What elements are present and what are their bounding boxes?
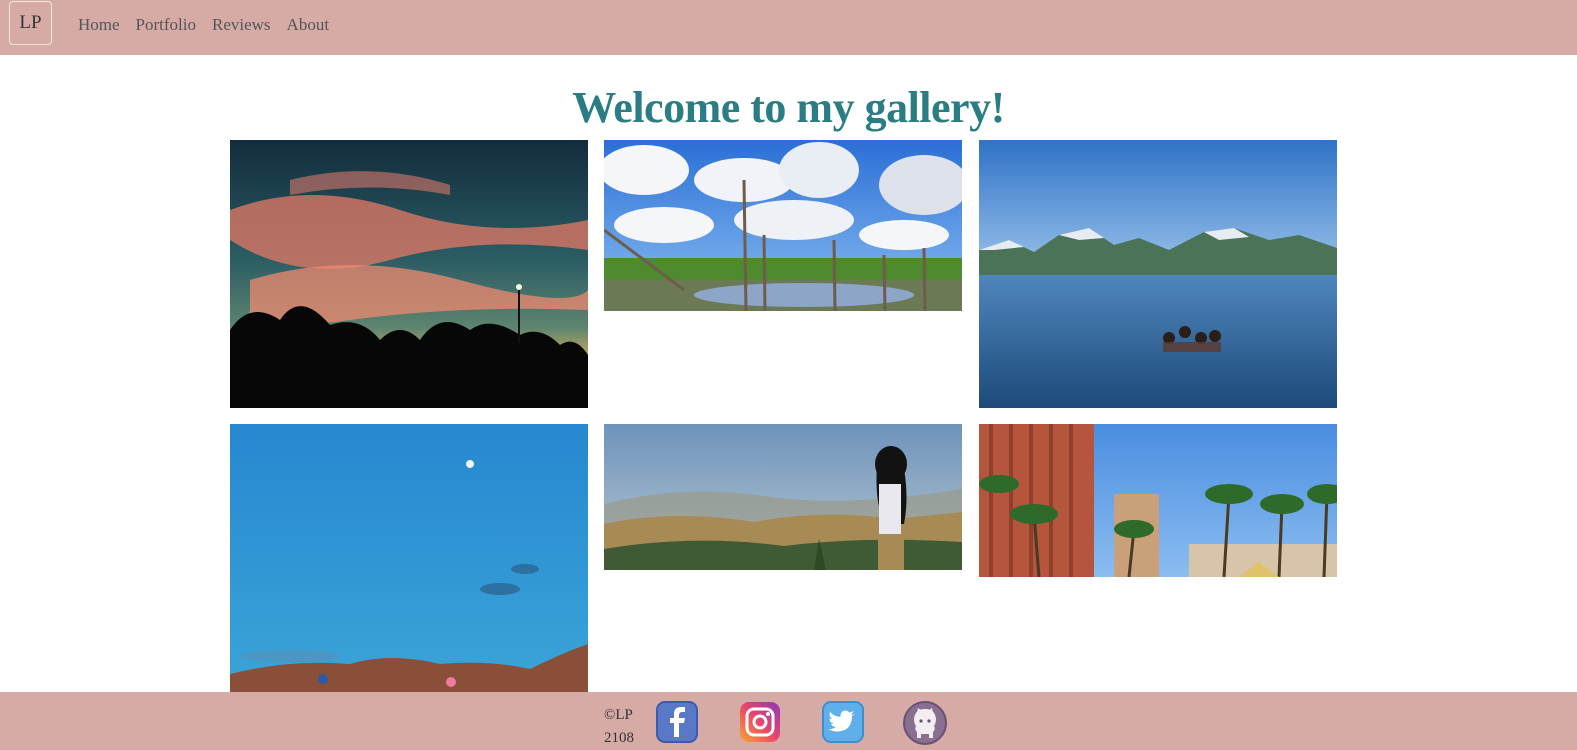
nav-links: Home Portfolio Reviews About	[78, 15, 345, 35]
clouds-image	[604, 140, 962, 311]
instagram-icon[interactable]	[739, 701, 781, 743]
nav-home-link[interactable]: Home	[78, 15, 120, 35]
lake-image	[979, 140, 1337, 408]
gallery-photo-hills[interactable]	[604, 424, 962, 570]
sunset-image	[230, 140, 588, 408]
twitter-icon[interactable]	[822, 701, 864, 743]
nav-portfolio-link[interactable]: Portfolio	[136, 15, 196, 35]
copyright-line-2: 2108	[604, 730, 634, 746]
github-icon[interactable]	[903, 701, 947, 745]
facebook-icon[interactable]	[656, 701, 698, 743]
gallery-photo-palms[interactable]	[979, 424, 1337, 577]
page-title: Welcome to my gallery!	[572, 83, 1005, 132]
gallery-photo-moon[interactable]	[230, 424, 588, 692]
brand-logo[interactable]: LP	[9, 1, 52, 45]
gallery-photo-clouds[interactable]	[604, 140, 962, 311]
nav-about-link[interactable]: About	[287, 15, 330, 35]
gallery-photo-lake[interactable]	[979, 140, 1337, 408]
copyright-text: ©LP 2108	[604, 704, 648, 750]
palms-image	[979, 424, 1337, 577]
moon-sky-image	[230, 424, 588, 692]
hills-image	[604, 424, 962, 570]
navbar: LP Home Portfolio Reviews About	[0, 0, 1577, 55]
copyright-line-1: ©LP	[604, 707, 633, 723]
footer: ©LP 2108	[0, 692, 1577, 750]
nav-reviews-link[interactable]: Reviews	[212, 15, 271, 35]
gallery-photo-sunset[interactable]	[230, 140, 588, 408]
